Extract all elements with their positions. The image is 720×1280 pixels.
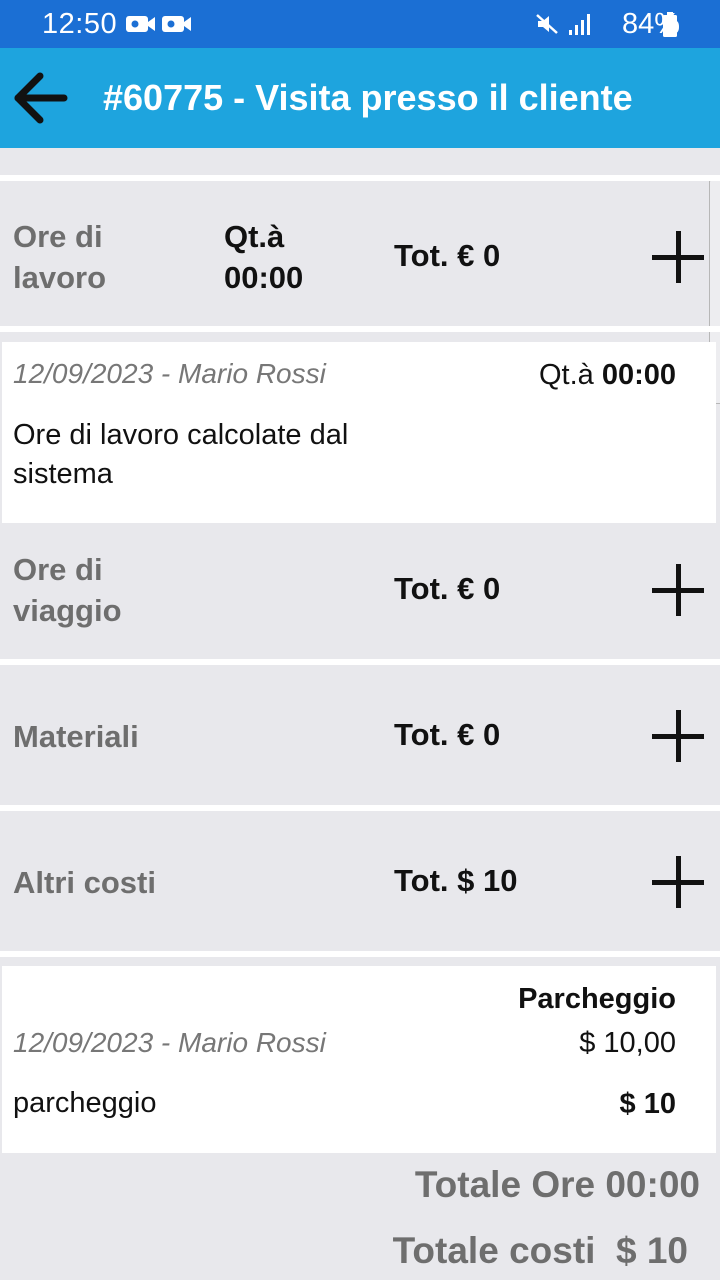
arrow-back-icon	[14, 72, 68, 124]
divider	[0, 326, 720, 332]
add-altri-costi-button[interactable]	[652, 856, 704, 908]
cost-amount: $ 10	[619, 1088, 676, 1120]
status-bar: 12:50 84%	[0, 0, 720, 48]
section-title-materiali: Materiali	[13, 719, 139, 754]
section-total-ore-viaggio: Tot. € 0	[394, 571, 501, 606]
cost-unit-price: $ 10,00	[579, 1027, 676, 1059]
section-total-materiali: Tot. € 0	[394, 717, 501, 752]
section-title-ore-lavoro: Ore di lavoro	[13, 219, 107, 295]
entry-qty: Qt.à 00:00	[538, 359, 676, 391]
add-ore-viaggio-button[interactable]	[652, 564, 704, 616]
divider	[0, 659, 720, 665]
entry-date-user: 12/09/2023 - Mario Rossi	[13, 1027, 326, 1058]
cost-item-name: Parcheggio	[518, 983, 676, 1015]
divider	[0, 805, 720, 811]
entry-description: parcheggio	[13, 1087, 157, 1119]
entry-description: Ore di lavoro calcolate dal sistema	[13, 419, 349, 490]
add-ore-lavoro-button[interactable]	[652, 231, 704, 283]
add-materiali-button[interactable]	[652, 710, 704, 762]
section-total-altri-costi: Tot. $ 10	[394, 863, 518, 898]
status-time: 12:50	[42, 8, 118, 40]
video-camera-icon	[126, 14, 192, 39]
total-hours: Totale Ore 00:00	[414, 1164, 700, 1205]
signal-icon	[568, 12, 594, 41]
entry-date-user: 12/09/2023 - Mario Rossi	[13, 358, 326, 389]
divider	[0, 175, 720, 181]
list-item-work-entry[interactable]: 12/09/2023 - Mario Rossi Qt.à 00:00 Ore …	[2, 342, 716, 523]
list-item-cost-entry[interactable]: Parcheggio 12/09/2023 - Mario Rossi $ 10…	[2, 966, 716, 1153]
section-total-ore-lavoro: Tot. € 0	[394, 238, 501, 273]
section-qty: Qt.à 00:00	[224, 219, 304, 295]
app-bar: #60775 - Visita presso il cliente	[0, 48, 720, 148]
section-title-altri-costi: Altri costi	[13, 865, 156, 900]
divider	[0, 951, 720, 957]
battery-icon	[662, 12, 678, 42]
back-button[interactable]	[10, 70, 70, 126]
page-title: #60775 - Visita presso il cliente	[103, 77, 633, 118]
mute-icon	[535, 12, 559, 41]
section-title-ore-viaggio: Ore di viaggio	[13, 552, 122, 628]
total-costs: Totale costi $ 10	[392, 1230, 688, 1271]
